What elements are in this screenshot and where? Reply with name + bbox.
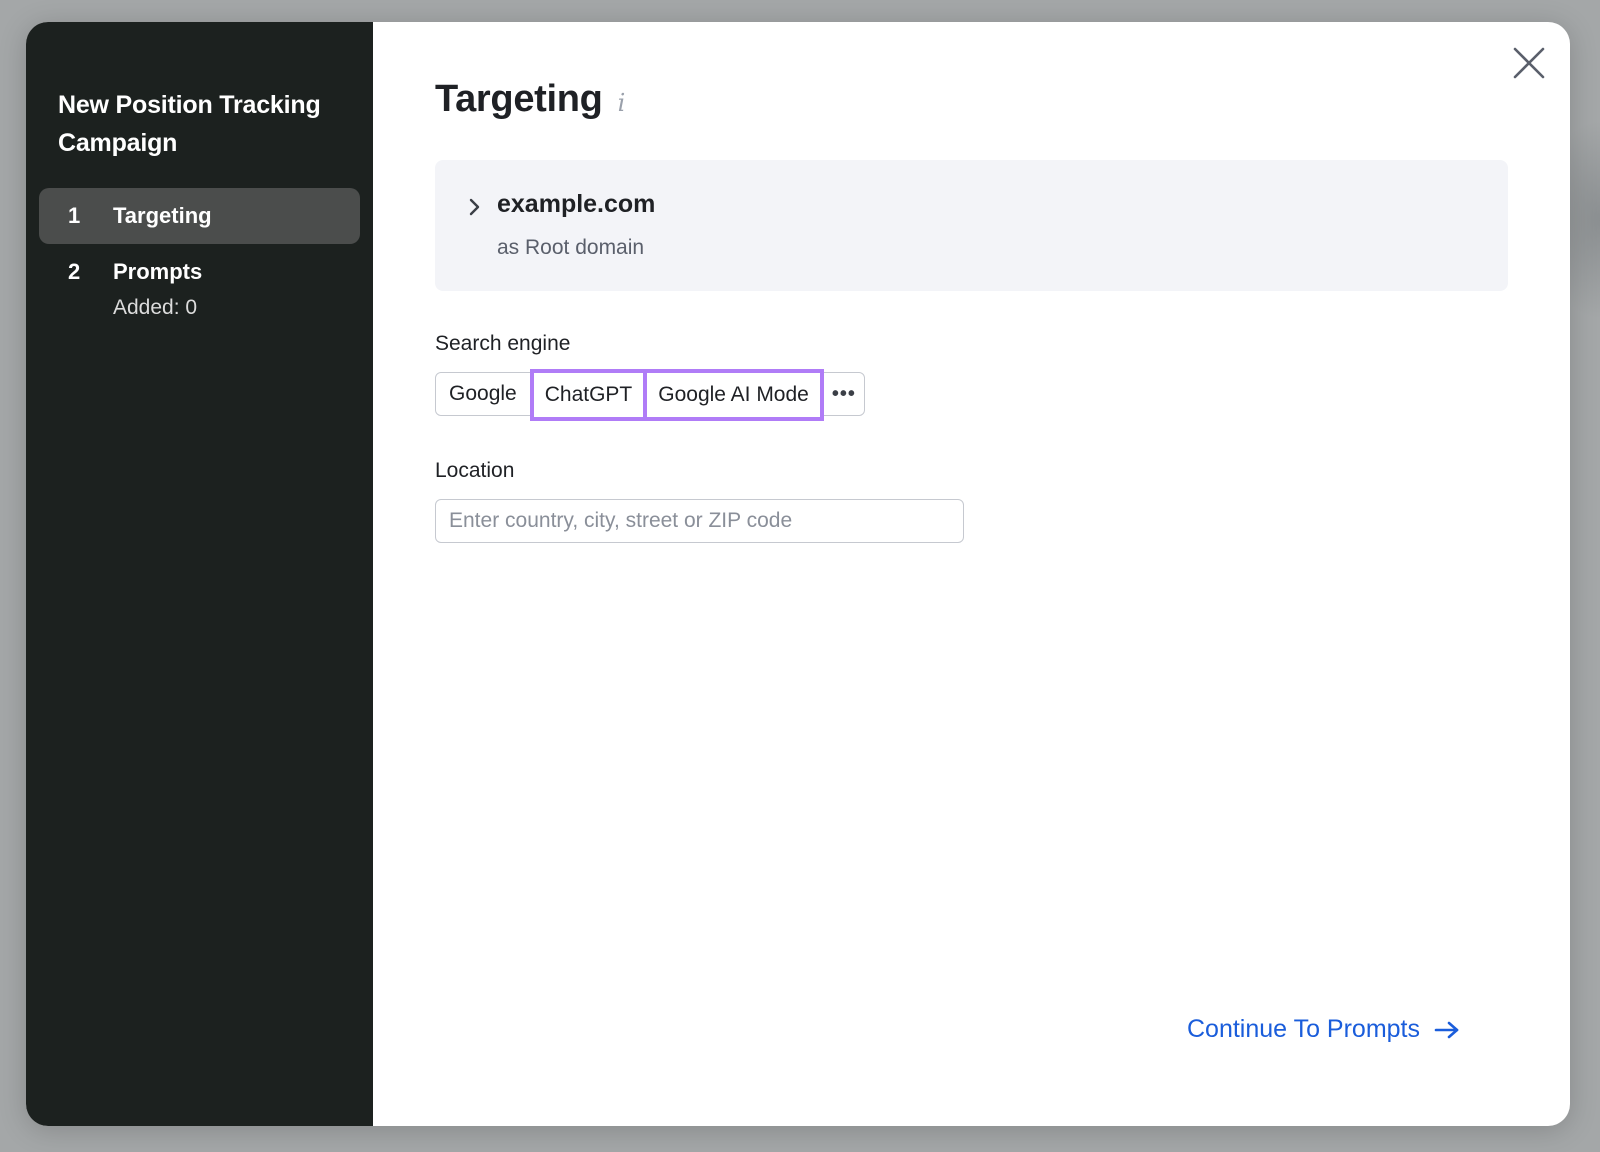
chevron-right-icon [469,198,480,216]
step-label: Targeting [113,203,212,228]
continue-to-prompts-button[interactable]: Continue To Prompts [1187,1015,1460,1044]
wizard-sidebar: New Position Tracking Campaign 1 Targeti… [26,22,373,1126]
location-label: Location [435,459,515,482]
step-prompts-count: Added: 0 [113,296,198,319]
step-targeting[interactable]: 1 Targeting [39,188,360,244]
wizard-steps: 1 Targeting 2 Prompts Added: 0 [26,188,373,337]
more-options-icon[interactable]: ••• [823,373,864,415]
engine-option-chatgpt[interactable]: ChatGPT [533,373,644,417]
step-label: Prompts [113,259,203,284]
domain-type: as Root domain [497,236,645,259]
engine-option-google-ai-mode[interactable]: Google AI Mode [647,373,820,417]
continue-label: Continue To Prompts [1187,1015,1420,1043]
close-icon[interactable] [1510,44,1548,82]
step-number: 1 [68,203,81,228]
step-prompts[interactable]: 2 Prompts Added: 0 [39,244,360,337]
domain-card[interactable]: example.com as Root domain [435,160,1508,291]
step-number: 2 [68,259,81,284]
heading-row: Targeting i [435,78,1508,134]
search-engine-label: Search engine [435,332,571,355]
page-title: Targeting [435,78,603,120]
highlighted-engines: ChatGPT Google AI Mode [529,369,824,421]
engine-option-google[interactable]: Google [436,373,530,415]
info-icon[interactable]: i [618,89,626,117]
arrow-right-icon [1434,1021,1459,1038]
search-engine-selector: Google ChatGPT Google AI Mode ••• [435,369,865,421]
sidebar-title: New Position Tracking Campaign [58,91,321,157]
targeting-panel: Targeting i example.com as Root domain S… [373,22,1570,1126]
campaign-modal: New Position Tracking Campaign 1 Targeti… [26,22,1570,1126]
location-input[interactable] [435,499,964,543]
domain-name: example.com [497,190,656,218]
